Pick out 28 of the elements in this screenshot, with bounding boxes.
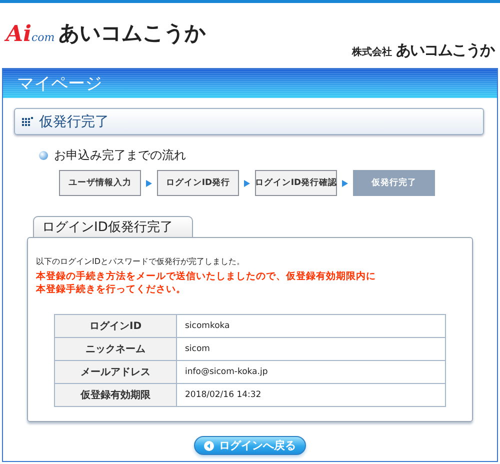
back-icon — [204, 440, 214, 450]
row-label: 仮登録有効期限 — [55, 383, 177, 406]
row-value: 2018/02/16 14:32 — [177, 383, 445, 406]
arrow-icon — [244, 180, 250, 186]
progress-step: ユーザ情報入力 — [59, 170, 141, 196]
row-value: sicom — [177, 337, 445, 360]
completion-message: 以下のログインIDとパスワードで仮発行が完了しました。 — [36, 256, 246, 267]
logo-text: あいコムこうか — [58, 20, 206, 47]
flow-heading: お申込み完了までの流れ — [54, 147, 186, 164]
progress-step: ログインID発行 — [157, 170, 239, 196]
row-value: info@sicom-koka.jp — [177, 360, 445, 383]
company-name: あいコムこうか — [396, 41, 494, 60]
row-label: ニックネーム — [55, 337, 177, 360]
progress-step: 仮発行完了 — [353, 170, 435, 196]
row-value: sicomkoka — [184, 320, 231, 333]
progress-step: ログインID発行確認 — [255, 170, 337, 196]
company-prefix: 株式会社 — [352, 46, 392, 59]
section-title: 仮発行完了 — [39, 112, 109, 130]
row-label: メールアドレス — [55, 360, 177, 383]
page-title: マイページ — [3, 69, 497, 98]
bullet-icon — [39, 151, 48, 160]
arrow-icon — [146, 180, 152, 186]
row-label: ログインID — [55, 315, 177, 337]
arrow-icon — [342, 180, 348, 186]
notice-text: 本登録の手続き方法をメールで送信いたしましたので、仮登録有効期限内に本登録手続きを行ってください。 — [36, 270, 376, 296]
back-button[interactable]: ログインへ戻る — [194, 436, 306, 455]
grid-icon — [22, 116, 33, 126]
logo-mark: Aicom — [4, 20, 56, 47]
